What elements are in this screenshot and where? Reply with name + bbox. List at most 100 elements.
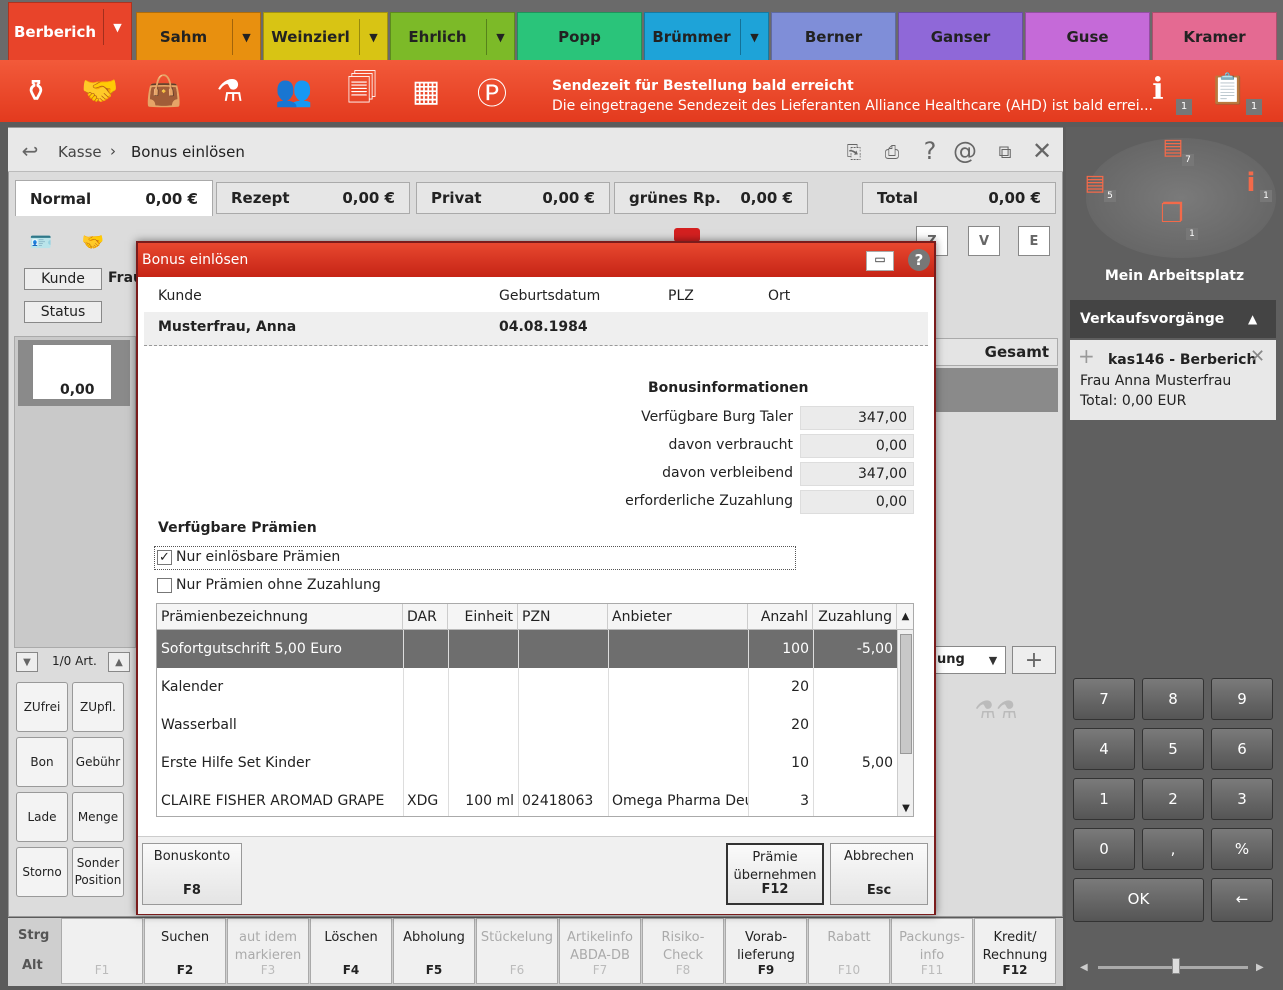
tab-gruenes-rp[interactable]: grünes Rp. 0,00 € bbox=[614, 182, 808, 214]
gebuehr-button[interactable]: Gebühr bbox=[72, 737, 124, 787]
zufrei-button[interactable]: ZUfrei bbox=[16, 682, 68, 732]
th-anbieter[interactable]: Anbieter bbox=[608, 604, 748, 630]
keypad-key[interactable]: 1 bbox=[1073, 778, 1135, 820]
scroll-down-icon[interactable]: ▼ bbox=[897, 800, 913, 816]
p-logo-icon[interactable]: Ⓟ bbox=[468, 68, 516, 114]
slider-left-icon[interactable]: ◀ bbox=[1080, 962, 1088, 973]
filter1-checkbox[interactable]: ✓ bbox=[157, 550, 172, 565]
scroll-up-icon[interactable]: ▲ bbox=[897, 604, 913, 630]
keypad-key[interactable]: 3 bbox=[1211, 778, 1273, 820]
fkey-f11[interactable]: Packungs-info F11 bbox=[891, 918, 973, 984]
th-anzahl[interactable]: Anzahl bbox=[748, 604, 813, 630]
fkey-f12[interactable]: Kredit/ Rechnung F12 bbox=[974, 918, 1056, 984]
user-tab-ganser[interactable]: Ganser bbox=[898, 12, 1023, 60]
fkey-f5[interactable]: Abholung F5 bbox=[393, 918, 475, 984]
user-tab-berner[interactable]: Berner bbox=[771, 12, 896, 60]
scroll-up-icon[interactable]: ▲ bbox=[108, 652, 130, 672]
user-tab-berberich[interactable]: Berberich ▼ bbox=[8, 2, 132, 60]
keypad-key[interactable]: 5 bbox=[1142, 728, 1204, 770]
collapse-up-icon[interactable]: ▲ bbox=[1248, 312, 1257, 326]
table-row[interactable]: Sofortgutschrift 5,00 Euro 100 -5,00 bbox=[157, 630, 897, 668]
people-icon[interactable]: 👥 bbox=[270, 68, 318, 114]
fkey-f1[interactable]: F1 bbox=[61, 918, 143, 984]
dropdown-arrow-icon[interactable]: ▼ bbox=[232, 19, 260, 55]
keypad-key[interactable]: 9 bbox=[1211, 678, 1273, 720]
user-tab-brümmer[interactable]: Brümmer ▼ bbox=[644, 12, 769, 60]
scroll-down-icon[interactable]: ▼ bbox=[16, 652, 38, 672]
bon-button[interactable]: Bon bbox=[16, 737, 68, 787]
keypad-key[interactable]: 0 bbox=[1073, 828, 1135, 870]
filter1-label[interactable]: Nur einlösbare Prämien bbox=[176, 549, 340, 565]
dropdown-arrow-icon[interactable]: ▼ bbox=[103, 9, 131, 45]
th-dar[interactable]: DAR bbox=[403, 604, 448, 630]
shopping-bag-icon[interactable]: 👜 bbox=[140, 68, 188, 114]
th-name[interactable]: Prämienbezeichnung bbox=[157, 604, 403, 630]
th-einheit[interactable]: Einheit bbox=[448, 604, 518, 630]
fkey-f6[interactable]: Stückelung F6 bbox=[476, 918, 558, 984]
fkey-f4[interactable]: Löschen F4 bbox=[310, 918, 392, 984]
mortar-icon[interactable]: ⚱ bbox=[12, 68, 60, 114]
dropdown-arrow-icon[interactable]: ▼ bbox=[486, 19, 514, 55]
tab-rezept[interactable]: Rezept 0,00 € bbox=[216, 182, 410, 214]
keypad-key[interactable]: , bbox=[1142, 828, 1204, 870]
print-icon[interactable]: ⎙ bbox=[878, 138, 906, 166]
kunde-button[interactable]: Kunde bbox=[24, 268, 102, 290]
menge-button[interactable]: Menge bbox=[72, 792, 124, 842]
fkey-f2[interactable]: Suchen F2 bbox=[144, 918, 226, 984]
handshake-icon[interactable]: 🤝 bbox=[76, 68, 124, 114]
slider-right-icon[interactable]: ▶ bbox=[1256, 962, 1264, 973]
v-icon[interactable]: V bbox=[968, 226, 1000, 256]
copy-icon[interactable]: ⎘ bbox=[840, 138, 868, 166]
help-icon[interactable]: ? bbox=[908, 249, 930, 271]
table-row[interactable]: Kalender 20 bbox=[157, 668, 897, 706]
help-icon[interactable]: ? bbox=[916, 136, 944, 166]
sonder-position-button[interactable]: Sonder Position bbox=[72, 847, 124, 897]
fkey-f8[interactable]: Risiko-Check F8 bbox=[642, 918, 724, 984]
user-tab-ehrlich[interactable]: Ehrlich ▼ bbox=[390, 12, 515, 60]
fkey-f7[interactable]: Artikelinfo ABDA-DB F7 bbox=[559, 918, 641, 984]
abbrechen-button[interactable]: Abbrechen Esc bbox=[830, 843, 928, 905]
bonuskonto-button[interactable]: Bonuskonto F8 bbox=[142, 843, 242, 905]
user-tab-popp[interactable]: Popp bbox=[517, 12, 642, 60]
table-row[interactable]: CLAIRE FISHER AROMAD GRAPE XDG 100 ml 02418… bbox=[157, 782, 897, 816]
e-icon[interactable]: E bbox=[1018, 226, 1050, 256]
back-arrow-icon[interactable]: ↩ bbox=[16, 138, 44, 164]
boxes-icon[interactable]: ▦ bbox=[402, 68, 450, 114]
keypad-key[interactable]: 4 bbox=[1073, 728, 1135, 770]
documents-icon[interactable]: 🗐 bbox=[338, 68, 386, 114]
info-icon[interactable]: i bbox=[1134, 66, 1182, 112]
keypad-key[interactable]: 6 bbox=[1211, 728, 1273, 770]
window-icon[interactable]: ⧉ bbox=[990, 138, 1020, 166]
close-icon[interactable]: ✕ bbox=[1028, 136, 1056, 166]
keypad-backspace-button[interactable]: ← bbox=[1211, 878, 1273, 922]
add-icon[interactable]: + bbox=[1012, 646, 1056, 674]
filter2-checkbox[interactable] bbox=[157, 578, 172, 593]
clipboard-check-icon[interactable]: 📋 bbox=[1204, 66, 1252, 112]
fkey-f3[interactable]: aut idem markieren F3 bbox=[227, 918, 309, 984]
zoom-slider-handle[interactable] bbox=[1172, 958, 1180, 974]
keypad-ok-button[interactable]: OK bbox=[1073, 878, 1204, 922]
chevron-down-icon[interactable]: ▼ bbox=[980, 646, 1006, 674]
table-row[interactable]: Erste Hilfe Set Kinder 10 5,00 bbox=[157, 744, 897, 782]
zupfl-button[interactable]: ZUpfl. bbox=[72, 682, 124, 732]
keypad-key[interactable]: 7 bbox=[1073, 678, 1135, 720]
tab-privat[interactable]: Privat 0,00 € bbox=[416, 182, 610, 214]
dropdown-arrow-icon[interactable]: ▼ bbox=[740, 19, 768, 55]
notification-message[interactable]: Sendezeit für Bestellung bald erreicht D… bbox=[552, 76, 1153, 116]
th-pzn[interactable]: PZN bbox=[518, 604, 608, 630]
breadcrumb-root[interactable]: Kasse bbox=[58, 143, 102, 161]
dropdown-arrow-icon[interactable]: ▼ bbox=[359, 19, 387, 55]
close-sale-icon[interactable]: ✕ bbox=[1250, 346, 1265, 367]
fkey-f10[interactable]: Rabatt F10 bbox=[808, 918, 890, 984]
th-zuzahlung[interactable]: Zuzahlung bbox=[813, 604, 897, 630]
scrollbar-thumb[interactable] bbox=[900, 634, 912, 754]
keypad-key[interactable]: % bbox=[1211, 828, 1273, 870]
user-tab-guse[interactable]: Guse bbox=[1025, 12, 1150, 60]
id-card-icon[interactable]: 🪪 bbox=[24, 228, 58, 256]
fkey-f9[interactable]: Vorab-lieferung F9 bbox=[725, 918, 807, 984]
handshake-small-icon[interactable]: 🤝 bbox=[76, 228, 110, 256]
user-tab-sahm[interactable]: Sahm ▼ bbox=[136, 12, 261, 60]
storno-button[interactable]: Storno bbox=[16, 847, 68, 897]
tab-normal[interactable]: Normal 0,00 € bbox=[15, 180, 213, 216]
filter2-label[interactable]: Nur Prämien ohne Zuzahlung bbox=[176, 577, 381, 593]
